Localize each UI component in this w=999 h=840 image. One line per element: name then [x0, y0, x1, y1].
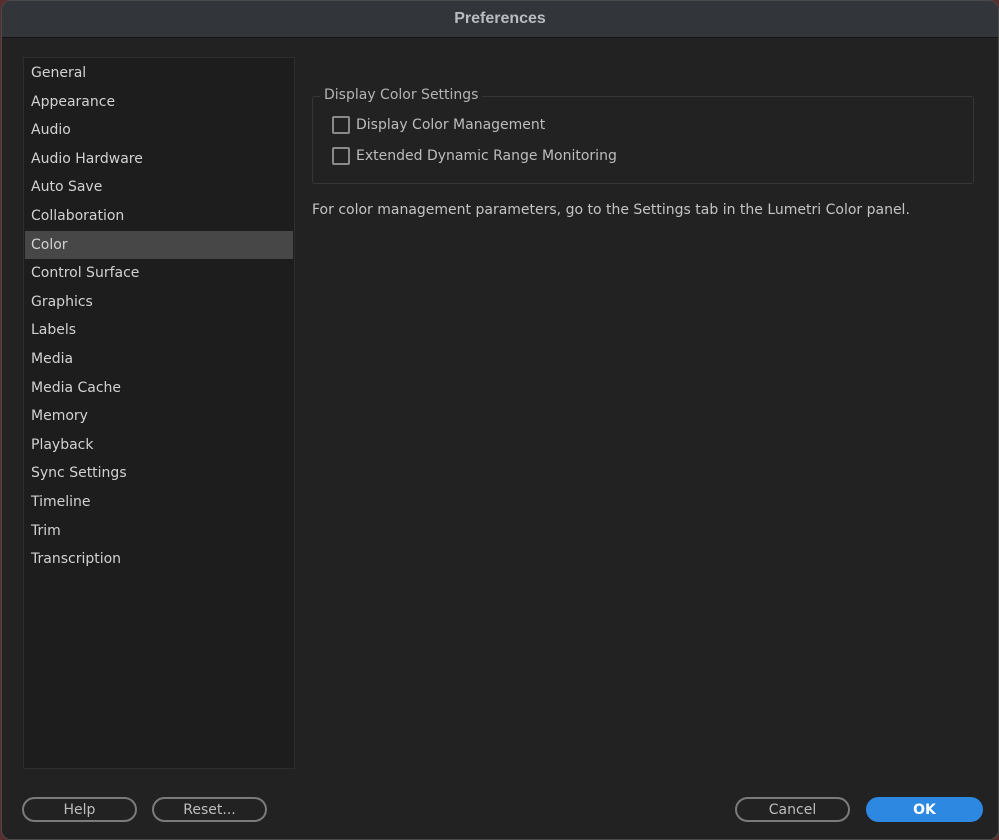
sidebar-item-auto-save[interactable]: Auto Save [25, 173, 293, 202]
extended-dynamic-range-checkbox[interactable] [332, 147, 350, 165]
display-color-management-checkbox[interactable] [332, 116, 350, 134]
extended-dynamic-range-option[interactable]: Extended Dynamic Range Monitoring [332, 147, 617, 165]
sidebar-item-audio-hardware[interactable]: Audio Hardware [25, 145, 293, 174]
checkbox-label: Display Color Management [356, 117, 546, 133]
display-color-management-option[interactable]: Display Color Management [332, 116, 545, 134]
lumetri-note: For color management parameters, go to t… [312, 202, 910, 218]
sidebar-item-control-surface[interactable]: Control Surface [25, 259, 293, 288]
sidebar-item-general[interactable]: General [25, 59, 293, 88]
cancel-button[interactable]: Cancel [735, 797, 850, 822]
sidebar-item-timeline[interactable]: Timeline [25, 488, 293, 517]
sidebar-item-trim[interactable]: Trim [25, 517, 293, 546]
checkbox-label: Extended Dynamic Range Monitoring [356, 148, 617, 164]
title-bar: Preferences [2, 1, 998, 38]
sidebar-item-media-cache[interactable]: Media Cache [25, 374, 293, 403]
ok-button[interactable]: OK [866, 797, 983, 822]
sidebar-item-appearance[interactable]: Appearance [25, 88, 293, 117]
sidebar-item-audio[interactable]: Audio [25, 116, 293, 145]
reset-button[interactable]: Reset... [152, 797, 267, 822]
group-title: Display Color Settings [320, 87, 483, 103]
sidebar-item-collaboration[interactable]: Collaboration [25, 202, 293, 231]
sidebar-item-transcription[interactable]: Transcription [25, 545, 293, 574]
display-color-settings-group [312, 96, 974, 184]
help-button[interactable]: Help [22, 797, 137, 822]
sidebar-item-sync-settings[interactable]: Sync Settings [25, 459, 293, 488]
sidebar-item-playback[interactable]: Playback [25, 431, 293, 460]
sidebar-item-graphics[interactable]: Graphics [25, 288, 293, 317]
sidebar-item-labels[interactable]: Labels [25, 316, 293, 345]
window-title: Preferences [454, 10, 546, 27]
sidebar-item-media[interactable]: Media [25, 345, 293, 374]
preferences-window: Preferences General Appearance Audio Aud… [1, 0, 999, 840]
sidebar-item-color[interactable]: Color [25, 230, 293, 260]
preferences-sidebar: General Appearance Audio Audio Hardware … [23, 57, 295, 769]
sidebar-item-memory[interactable]: Memory [25, 402, 293, 431]
